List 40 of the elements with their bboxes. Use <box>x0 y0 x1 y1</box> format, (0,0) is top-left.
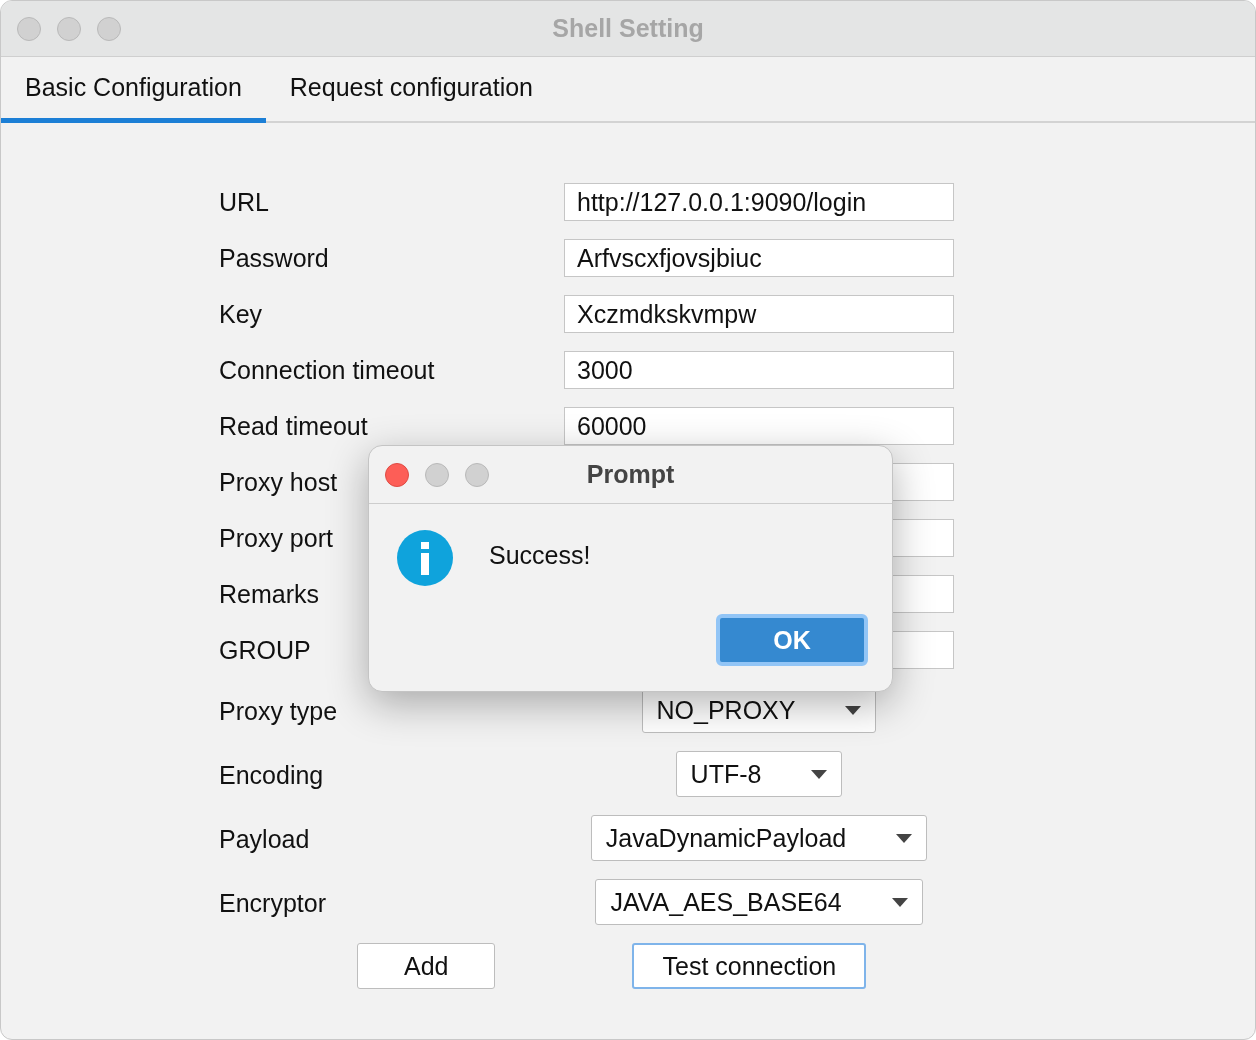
window-title: Shell Setting <box>552 14 704 43</box>
field-label: Encoding <box>219 760 324 790</box>
info-icon <box>397 530 453 586</box>
field-label: Key <box>219 299 263 329</box>
close-button[interactable] <box>17 16 41 41</box>
ok-button[interactable]: OK <box>716 614 868 666</box>
text-field[interactable]: 3000 <box>564 351 954 389</box>
field-label: Password <box>219 243 329 273</box>
field-label: Proxy host <box>219 467 338 497</box>
field-label: GROUP <box>219 635 311 665</box>
zoom-button[interactable] <box>465 462 489 487</box>
field-label: Payload <box>219 824 310 854</box>
text-field[interactable]: http://127.0.0.1:9090/login <box>564 183 954 221</box>
zoom-button[interactable] <box>97 16 121 41</box>
action-button[interactable]: Add <box>357 943 496 989</box>
field-label: Encryptor <box>219 888 326 918</box>
field-label: Read timeout <box>219 411 368 441</box>
caret-icon <box>845 705 862 715</box>
dialog-message: Success! <box>489 540 591 570</box>
caret-icon <box>891 897 908 907</box>
caret-icon <box>896 833 913 843</box>
tab[interactable]: Request configuration <box>265 57 557 123</box>
tab[interactable]: Basic Configuration <box>1 57 266 123</box>
dropdown[interactable]: JAVA_AES_BASE64 <box>595 879 923 925</box>
dropdown[interactable]: UTF-8 <box>675 751 843 797</box>
close-button[interactable] <box>385 462 409 487</box>
text-field[interactable]: Xczmdkskvmpw <box>564 295 954 333</box>
field-label: Proxy type <box>219 696 338 726</box>
minimize-button[interactable] <box>57 16 81 41</box>
caret-icon <box>811 769 828 779</box>
field-label: Proxy port <box>219 523 333 553</box>
text-field[interactable]: Arfvscxfjovsjbiuc <box>564 239 954 277</box>
minimize-button[interactable] <box>425 462 449 487</box>
action-button[interactable]: Test connection <box>632 943 867 989</box>
field-label: Remarks <box>219 579 319 609</box>
field-label: URL <box>219 187 269 217</box>
dropdown[interactable]: JavaDynamicPayload <box>590 815 928 861</box>
field-label: Connection timeout <box>219 355 435 385</box>
dialog-title: Prompt <box>586 460 675 489</box>
text-field[interactable]: 60000 <box>564 407 954 445</box>
